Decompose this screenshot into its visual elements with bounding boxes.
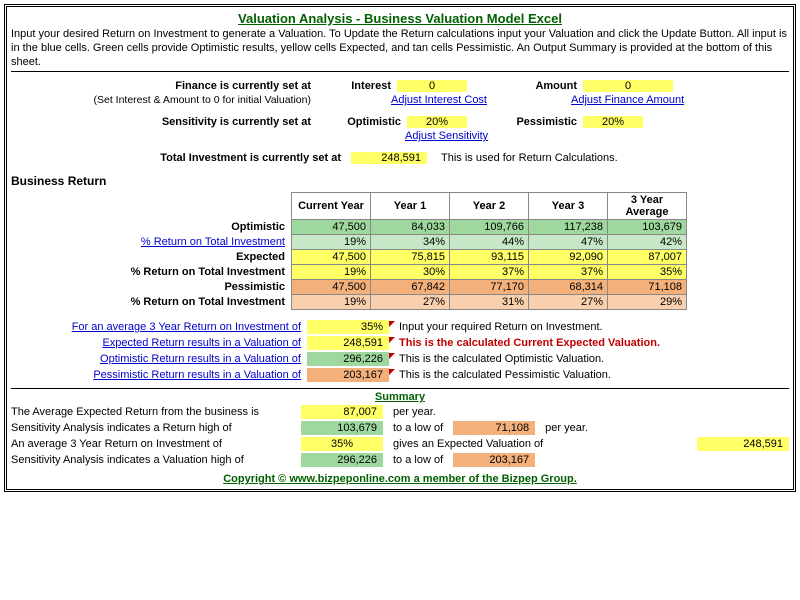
summary-line: The Average Expected Return from the bus…: [11, 406, 301, 418]
adjust-sensitivity-link[interactable]: Adjust Sensitivity: [405, 130, 488, 142]
summary-value: 35%: [301, 437, 383, 451]
investment-note: This is used for Return Calculations.: [441, 152, 618, 164]
table-header: Year 3: [529, 193, 608, 220]
return-row-label: Optimistic: [231, 221, 285, 233]
table-cell: 42%: [608, 235, 687, 250]
pessimistic-label: Pessimistic: [467, 116, 583, 128]
table-cell: 30%: [371, 265, 450, 280]
summary-text: to a low of: [383, 454, 453, 466]
optimistic-value[interactable]: 20%: [407, 116, 467, 128]
adjust-amount-link[interactable]: Adjust Finance Amount: [571, 94, 684, 106]
summary-line: Sensitivity Analysis indicates a Valuati…: [11, 454, 301, 466]
table-cell: 29%: [608, 295, 687, 310]
table-cell: 109,766: [450, 220, 529, 235]
summary-text: per year.: [383, 406, 436, 418]
valuation-link[interactable]: Expected Return results in a Valuation o…: [102, 337, 301, 349]
summary-value: 248,591: [697, 437, 789, 451]
comment-indicator-icon: [389, 369, 397, 381]
table-cell: 47,500: [292, 280, 371, 295]
table-cell: 87,007: [608, 250, 687, 265]
table-header: Current Year: [292, 193, 371, 220]
table-cell: 67,842: [371, 280, 450, 295]
valuation-value: 296,226: [307, 352, 389, 366]
table-header: Year 1: [371, 193, 450, 220]
summary-text: per year.: [535, 422, 588, 434]
table-header: Year 2: [450, 193, 529, 220]
optimistic-label: Optimistic: [311, 116, 407, 128]
comment-indicator-icon: [389, 321, 397, 333]
table-cell: 92,090: [529, 250, 608, 265]
comment-indicator-icon: [389, 337, 397, 349]
valuation-value: 35%: [307, 320, 389, 334]
interest-label: Interest: [311, 80, 397, 92]
summary-value: 87,007: [301, 405, 383, 419]
table-cell: 19%: [292, 235, 371, 250]
return-row-label: Expected: [236, 251, 285, 263]
sensitivity-label: Sensitivity is currently set at: [11, 116, 311, 128]
table-cell: 68,314: [529, 280, 608, 295]
summary-text: gives an Expected Valuation of: [383, 438, 553, 450]
business-return-header: Business Return: [11, 174, 789, 188]
table-cell: 37%: [450, 265, 529, 280]
pessimistic-value[interactable]: 20%: [583, 116, 643, 128]
instructions-text: Input your desired Return on Investment …: [11, 28, 789, 72]
valuation-note: This is the calculated Current Expected …: [397, 337, 660, 349]
page-title: Valuation Analysis - Business Valuation …: [11, 9, 789, 28]
table-cell: 75,815: [371, 250, 450, 265]
table-cell: 19%: [292, 265, 371, 280]
adjust-interest-link[interactable]: Adjust Interest Cost: [391, 94, 487, 106]
finance-label: Finance is currently set at: [11, 80, 311, 92]
table-cell: 27%: [529, 295, 608, 310]
summary-header: Summary: [11, 388, 789, 403]
table-cell: 27%: [371, 295, 450, 310]
table-cell: 34%: [371, 235, 450, 250]
table-cell: 44%: [450, 235, 529, 250]
valuation-link[interactable]: Pessimistic Return results in a Valuatio…: [93, 369, 301, 381]
table-header: 3 Year Average: [608, 193, 687, 220]
summary-line: Sensitivity Analysis indicates a Return …: [11, 422, 301, 434]
table-cell: 103,679: [608, 220, 687, 235]
investment-label: Total Investment is currently set at: [11, 152, 341, 164]
valuation-note: This is the calculated Pessimistic Valua…: [397, 369, 611, 381]
table-cell: 93,115: [450, 250, 529, 265]
interest-value[interactable]: 0: [397, 80, 467, 92]
return-row-label: % Return on Total Investment: [131, 296, 285, 308]
returns-table: Current YearYear 1Year 2Year 33 Year Ave…: [11, 192, 687, 310]
valuation-value: 203,167: [307, 368, 389, 382]
copyright-text: Copyright © www.bizpeponline.com a membe…: [11, 473, 789, 485]
summary-value: 296,226: [301, 453, 383, 467]
table-cell: 71,108: [608, 280, 687, 295]
summary-line: An average 3 Year Return on Investment o…: [11, 438, 301, 450]
return-row-label: % Return on Total Investment: [131, 266, 285, 278]
summary-value: 203,167: [453, 453, 535, 467]
finance-hint: (Set Interest & Amount to 0 for initial …: [11, 94, 311, 106]
table-cell: 117,238: [529, 220, 608, 235]
comment-indicator-icon: [389, 353, 397, 365]
return-row-link[interactable]: % Return on Total Investment: [141, 236, 285, 248]
summary-value: 71,108: [453, 421, 535, 435]
table-cell: 47,500: [292, 250, 371, 265]
valuation-link[interactable]: Optimistic Return results in a Valuation…: [100, 353, 301, 365]
amount-label: Amount: [467, 80, 583, 92]
table-cell: 47%: [529, 235, 608, 250]
table-cell: 31%: [450, 295, 529, 310]
table-cell: 19%: [292, 295, 371, 310]
table-cell: 47,500: [292, 220, 371, 235]
table-cell: 35%: [608, 265, 687, 280]
valuation-value: 248,591: [307, 336, 389, 350]
valuation-link[interactable]: For an average 3 Year Return on Investme…: [72, 321, 301, 333]
summary-text: to a low of: [383, 422, 453, 434]
investment-value[interactable]: 248,591: [351, 152, 427, 164]
amount-value[interactable]: 0: [583, 80, 673, 92]
valuation-note: Input your required Return on Investment…: [397, 321, 603, 333]
table-cell: 37%: [529, 265, 608, 280]
summary-value: 103,679: [301, 421, 383, 435]
table-cell: 77,170: [450, 280, 529, 295]
table-cell: 84,033: [371, 220, 450, 235]
return-row-label: Pessimistic: [224, 281, 285, 293]
valuation-note: This is the calculated Optimistic Valuat…: [397, 353, 604, 365]
